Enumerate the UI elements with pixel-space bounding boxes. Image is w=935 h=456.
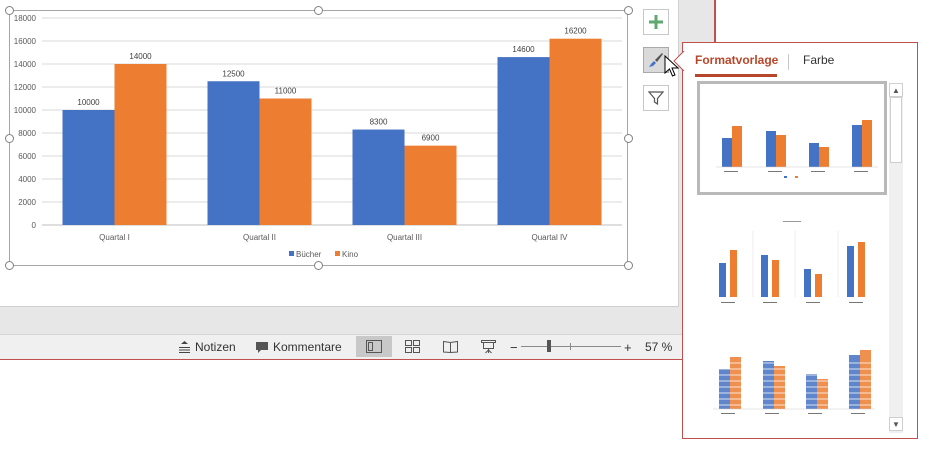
pane-pointer	[673, 51, 685, 71]
tab-farbe[interactable]: Farbe	[803, 53, 834, 67]
y-tick-label: 18000	[14, 14, 37, 23]
scroll-up-arrow-icon[interactable]: ▲	[889, 83, 903, 97]
resize-handle-top[interactable]	[314, 6, 323, 15]
slide-sorter-icon	[404, 340, 420, 353]
x-tick-label: Quartal I	[99, 233, 130, 242]
bar-bcher-4	[497, 57, 550, 225]
slide-sorter-view-button[interactable]	[394, 336, 430, 357]
y-tick-label: 0	[32, 221, 37, 230]
reading-view-icon	[442, 340, 458, 353]
comment-icon	[256, 341, 268, 353]
bar-bcher-2	[207, 81, 260, 225]
legend-swatch	[289, 251, 294, 256]
resize-handle-top-left[interactable]	[5, 6, 14, 15]
zoom-slider-track[interactable]	[521, 346, 621, 347]
slideshow-icon	[480, 339, 496, 353]
data-label: 11000	[275, 87, 297, 96]
y-tick-label: 6000	[18, 152, 36, 161]
x-tick-label: Quartal II	[243, 233, 276, 242]
powerpoint-window: 0 2000 4000 6000 8000 10000 12000 14000 16000 180…	[0, 0, 716, 360]
tab-formatvorlage[interactable]: Formatvorlage	[695, 53, 778, 67]
comments-button[interactable]: Kommentare	[255, 339, 342, 355]
notes-button[interactable]: Notizen	[178, 339, 236, 355]
status-bar: Notizen Kommentare − + 57 %	[0, 334, 714, 359]
plus-icon	[649, 15, 663, 29]
tab-divider	[788, 54, 789, 70]
bar-kino-2	[259, 98, 312, 225]
reading-view-button[interactable]	[432, 336, 468, 357]
zoom-in-button[interactable]: +	[624, 339, 632, 355]
y-tick-label: 2000	[18, 198, 36, 207]
legend-swatch	[335, 251, 340, 256]
x-tick-label: Quartal III	[387, 233, 422, 242]
x-tick-label: Quartal IV	[531, 233, 568, 242]
data-label: 12500	[222, 69, 245, 78]
bar-bcher-1	[62, 110, 115, 225]
zoom-out-button[interactable]: −	[510, 339, 518, 355]
bar-chart[interactable]: 0 2000 4000 6000 8000 10000 12000 14000 16000 180…	[0, 0, 678, 306]
scrollbar-thumb[interactable]	[890, 97, 902, 163]
active-tab-indicator	[695, 74, 777, 77]
chart-style-preview	[716, 120, 878, 178]
data-label: 6900	[422, 134, 440, 143]
resize-handle-bottom-left[interactable]	[5, 261, 14, 270]
chart-style-option-2[interactable]	[697, 213, 887, 327]
scroll-down-arrow-icon[interactable]: ▼	[889, 417, 903, 431]
chart-style-option-1[interactable]	[697, 81, 887, 195]
comments-label: Kommentare	[273, 340, 342, 354]
slide-canvas: 0 2000 4000 6000 8000 10000 12000 14000 16000 180…	[0, 0, 679, 307]
slideshow-button[interactable]	[470, 336, 506, 357]
y-tick-label: 16000	[14, 37, 37, 46]
chart-style-preview	[719, 221, 865, 303]
data-label: 8300	[370, 118, 388, 127]
y-tick-label: 4000	[18, 175, 36, 184]
data-label: 14600	[512, 45, 535, 54]
chart-elements-button[interactable]	[643, 9, 669, 35]
y-tick-label: 10000	[14, 106, 37, 115]
resize-handle-top-right[interactable]	[624, 6, 633, 15]
data-label: 14000	[129, 52, 152, 61]
legend-label: Kino	[342, 250, 359, 259]
zoom-slider-thumb[interactable]	[547, 340, 551, 352]
bar-bcher-3	[352, 129, 405, 225]
y-tick-label: 14000	[14, 60, 37, 69]
resize-handle-left[interactable]	[5, 134, 14, 143]
normal-view-button[interactable]	[356, 336, 392, 357]
notes-label: Notizen	[195, 340, 236, 354]
zoom-slider-center-mark	[570, 343, 571, 350]
bar-kino-1	[114, 64, 167, 225]
resize-handle-right[interactable]	[624, 134, 633, 143]
y-tick-label: 8000	[18, 129, 36, 138]
paintbrush-icon	[649, 53, 663, 67]
normal-view-icon	[366, 340, 382, 353]
bar-kino-3	[404, 145, 457, 225]
chart-style-option-3[interactable]	[697, 339, 887, 453]
legend-label: Bücher	[296, 250, 322, 259]
filter-icon	[648, 91, 664, 106]
data-label: 16200	[564, 27, 587, 36]
resize-handle-bottom[interactable]	[314, 261, 323, 270]
pane-scrollbar[interactable]: ▲ ▼	[889, 83, 903, 433]
zoom-level[interactable]: 57 %	[645, 339, 672, 355]
y-tick-label: 12000	[14, 83, 37, 92]
chart-filters-button[interactable]	[643, 85, 669, 111]
bar-kino-4	[549, 38, 602, 226]
chart-style-pane: Formatvorlage Farbe ▲ ▼	[673, 42, 918, 439]
data-label: 10000	[77, 98, 100, 107]
resize-handle-bottom-right[interactable]	[624, 261, 633, 270]
notes-icon	[179, 341, 190, 353]
chart-style-preview	[713, 350, 875, 414]
